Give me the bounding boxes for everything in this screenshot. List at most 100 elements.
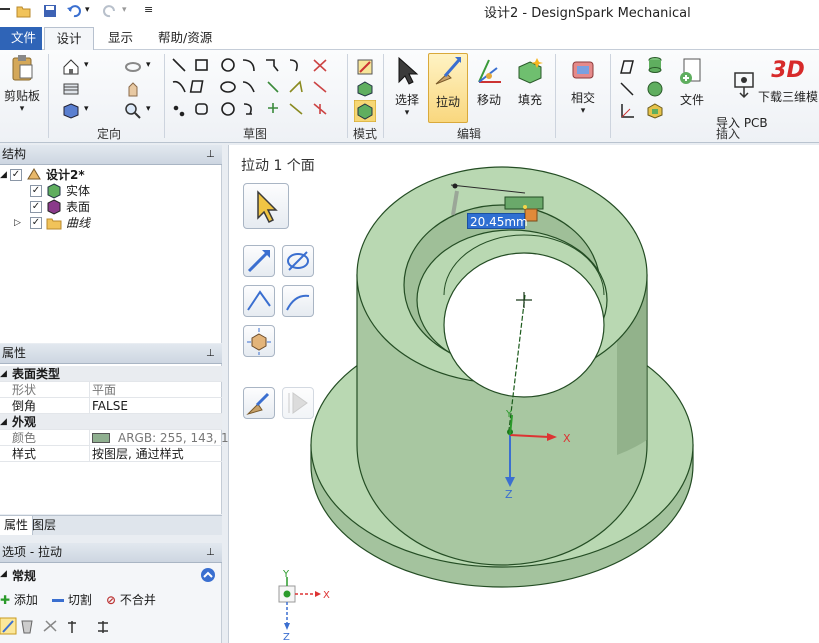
extend-icon — [289, 103, 303, 115]
3d-logo-icon: 3D — [771, 58, 805, 83]
ribbon-tabs: 文件(F) 设计 显示 帮助/资源 — [0, 24, 819, 67]
property-row-chamfer[interactable]: 倒角 FALSE — [0, 398, 222, 414]
collapse-section-icon[interactable] — [200, 567, 216, 583]
move-button[interactable]: 移动 — [472, 56, 506, 108]
save-icon[interactable] — [42, 3, 58, 19]
pin-icon[interactable]: ⊥ — [206, 543, 215, 562]
color-swatch[interactable] — [92, 433, 110, 443]
split-line-icon — [313, 103, 327, 115]
plane-icon[interactable] — [618, 58, 636, 76]
dimension-input[interactable]: 20.45mm — [467, 213, 528, 229]
download-3d-button[interactable]: 3D 下载三维模 — [757, 56, 819, 105]
pin-icon[interactable]: ⊥ — [206, 344, 215, 363]
customize-icon[interactable]: ≡ — [144, 3, 153, 16]
fill-icon — [518, 58, 543, 84]
tree-item-design[interactable]: ◢ ✓ 设计2* — [0, 167, 222, 183]
option-tools — [0, 617, 108, 635]
three-point-arc-icon — [242, 81, 255, 93]
edit-group-label: 编辑 — [456, 127, 481, 141]
triad-x-label: X — [323, 590, 330, 601]
solid-icon — [47, 183, 61, 199]
zoom-icon[interactable] — [124, 102, 142, 120]
structure-panel-header: 结构 ⊥ — [0, 145, 222, 165]
design-icon — [27, 168, 41, 180]
collapse-icon[interactable]: ◢ — [0, 167, 7, 183]
3d-mode-icon[interactable] — [354, 100, 376, 122]
tab-design[interactable]: 设计 — [44, 27, 94, 50]
properties-tabs: 属性 图层 — [0, 515, 222, 535]
no-merge-option[interactable]: ⊘ 不合并 — [106, 591, 156, 607]
insert-file-button[interactable]: 文件 — [672, 56, 712, 108]
triad-z-label: Z — [283, 632, 290, 643]
orientation-triad: Y X Z — [278, 569, 330, 643]
redo-icon[interactable] — [102, 3, 118, 19]
category-appearance[interactable]: ◢ 外观 — [0, 414, 222, 430]
no-merge-icon: ⊘ — [106, 593, 117, 607]
clipboard-button[interactable]: 剪贴板 ▾ — [0, 54, 44, 114]
tree-item-surface[interactable]: ✓ 表面 — [0, 199, 222, 215]
pan-icon[interactable] — [124, 80, 142, 98]
spin-dropdown-icon[interactable]: ▾ — [146, 60, 151, 70]
tab-display[interactable]: 显示 — [98, 27, 143, 50]
clipboard-icon — [12, 55, 33, 81]
home-dropdown-icon[interactable]: ▾ — [84, 60, 89, 70]
options-panel-header: 选项 - 拉动 ⊥ — [0, 543, 222, 563]
offset-icon — [289, 80, 303, 93]
visibility-checkbox[interactable]: ✓ — [10, 169, 22, 181]
fill-button[interactable]: 填充 — [512, 56, 548, 108]
visibility-checkbox[interactable]: ✓ — [30, 185, 42, 197]
model-axis-x-label: X — [563, 432, 571, 445]
home-icon[interactable] — [62, 58, 80, 76]
expand-icon[interactable]: ▷ — [14, 215, 21, 231]
cylinder-icon[interactable] — [646, 56, 664, 74]
bend-icon — [313, 81, 327, 93]
line-icon — [172, 58, 186, 72]
plan-view-icon[interactable] — [62, 80, 80, 98]
property-row-color[interactable]: 颜色 ARGB: 255, 143, 175 — [0, 430, 244, 446]
view-cube-icon[interactable] — [62, 102, 80, 120]
point-icon — [173, 105, 179, 111]
select-button[interactable]: 选择 ▾ — [388, 56, 426, 118]
project-icon — [267, 81, 279, 93]
tree-item-solid[interactable]: ✓ 实体 — [0, 183, 222, 199]
undo-icon[interactable] — [66, 3, 82, 19]
visibility-checkbox[interactable]: ✓ — [30, 217, 42, 229]
pull-button[interactable]: 拉动 — [428, 53, 468, 123]
sketch-mode-icon[interactable] — [356, 58, 374, 76]
3d-viewport[interactable]: 拉动 1 个面 X Z Y Y X Z 20.45mm — [228, 145, 819, 643]
property-row-shape[interactable]: 形状 平面 — [0, 382, 222, 398]
sphere-icon[interactable] — [646, 80, 664, 98]
app-menu-icon[interactable] — [0, 3, 14, 19]
model-axis-y-label: Y — [505, 409, 513, 420]
guide-icon — [43, 620, 57, 632]
sweep-arc-icon — [289, 59, 298, 72]
tree-item-curves[interactable]: ▷ ✓ 曲线 — [0, 215, 222, 231]
section-mode-icon[interactable] — [356, 80, 374, 98]
window-title: 设计2 - DesignSpark Mechanical — [484, 6, 691, 21]
tab-layers[interactable]: 图层 — [28, 516, 60, 535]
zoom-dropdown-icon[interactable]: ▾ — [146, 104, 151, 114]
add-option[interactable]: ✚ 添加 — [0, 591, 38, 607]
cut-option[interactable]: 切割 — [52, 591, 92, 607]
view-dropdown-icon[interactable]: ▾ — [84, 104, 89, 114]
category-surface-type[interactable]: ◢ 表面类型 — [0, 366, 222, 382]
select-arrow-icon — [398, 56, 419, 85]
shell-icon[interactable] — [646, 102, 664, 120]
pin-icon[interactable]: ⊥ — [206, 145, 215, 164]
origin-icon[interactable] — [618, 102, 636, 120]
intersect-button[interactable]: 相交 ▾ — [562, 56, 604, 116]
undo-dropdown-icon[interactable]: ▾ — [85, 5, 90, 15]
tab-help[interactable]: 帮助/资源 — [148, 27, 222, 50]
redo-dropdown-icon[interactable]: ▾ — [122, 5, 127, 15]
mode-group-label: 模式 — [352, 127, 377, 141]
collapse-icon[interactable]: ◢ — [0, 569, 7, 579]
tab-file[interactable]: 文件(F) — [0, 27, 42, 67]
polygon-icon — [195, 103, 208, 115]
orient-group-label: 定向 — [96, 127, 121, 141]
import-pcb-icon — [734, 72, 755, 99]
property-row-style[interactable]: 样式 按图层, 通过样式 — [0, 446, 222, 462]
open-icon[interactable] — [16, 3, 32, 19]
axis-icon[interactable] — [618, 80, 636, 98]
spin-icon[interactable] — [124, 58, 142, 76]
visibility-checkbox[interactable]: ✓ — [30, 201, 42, 213]
